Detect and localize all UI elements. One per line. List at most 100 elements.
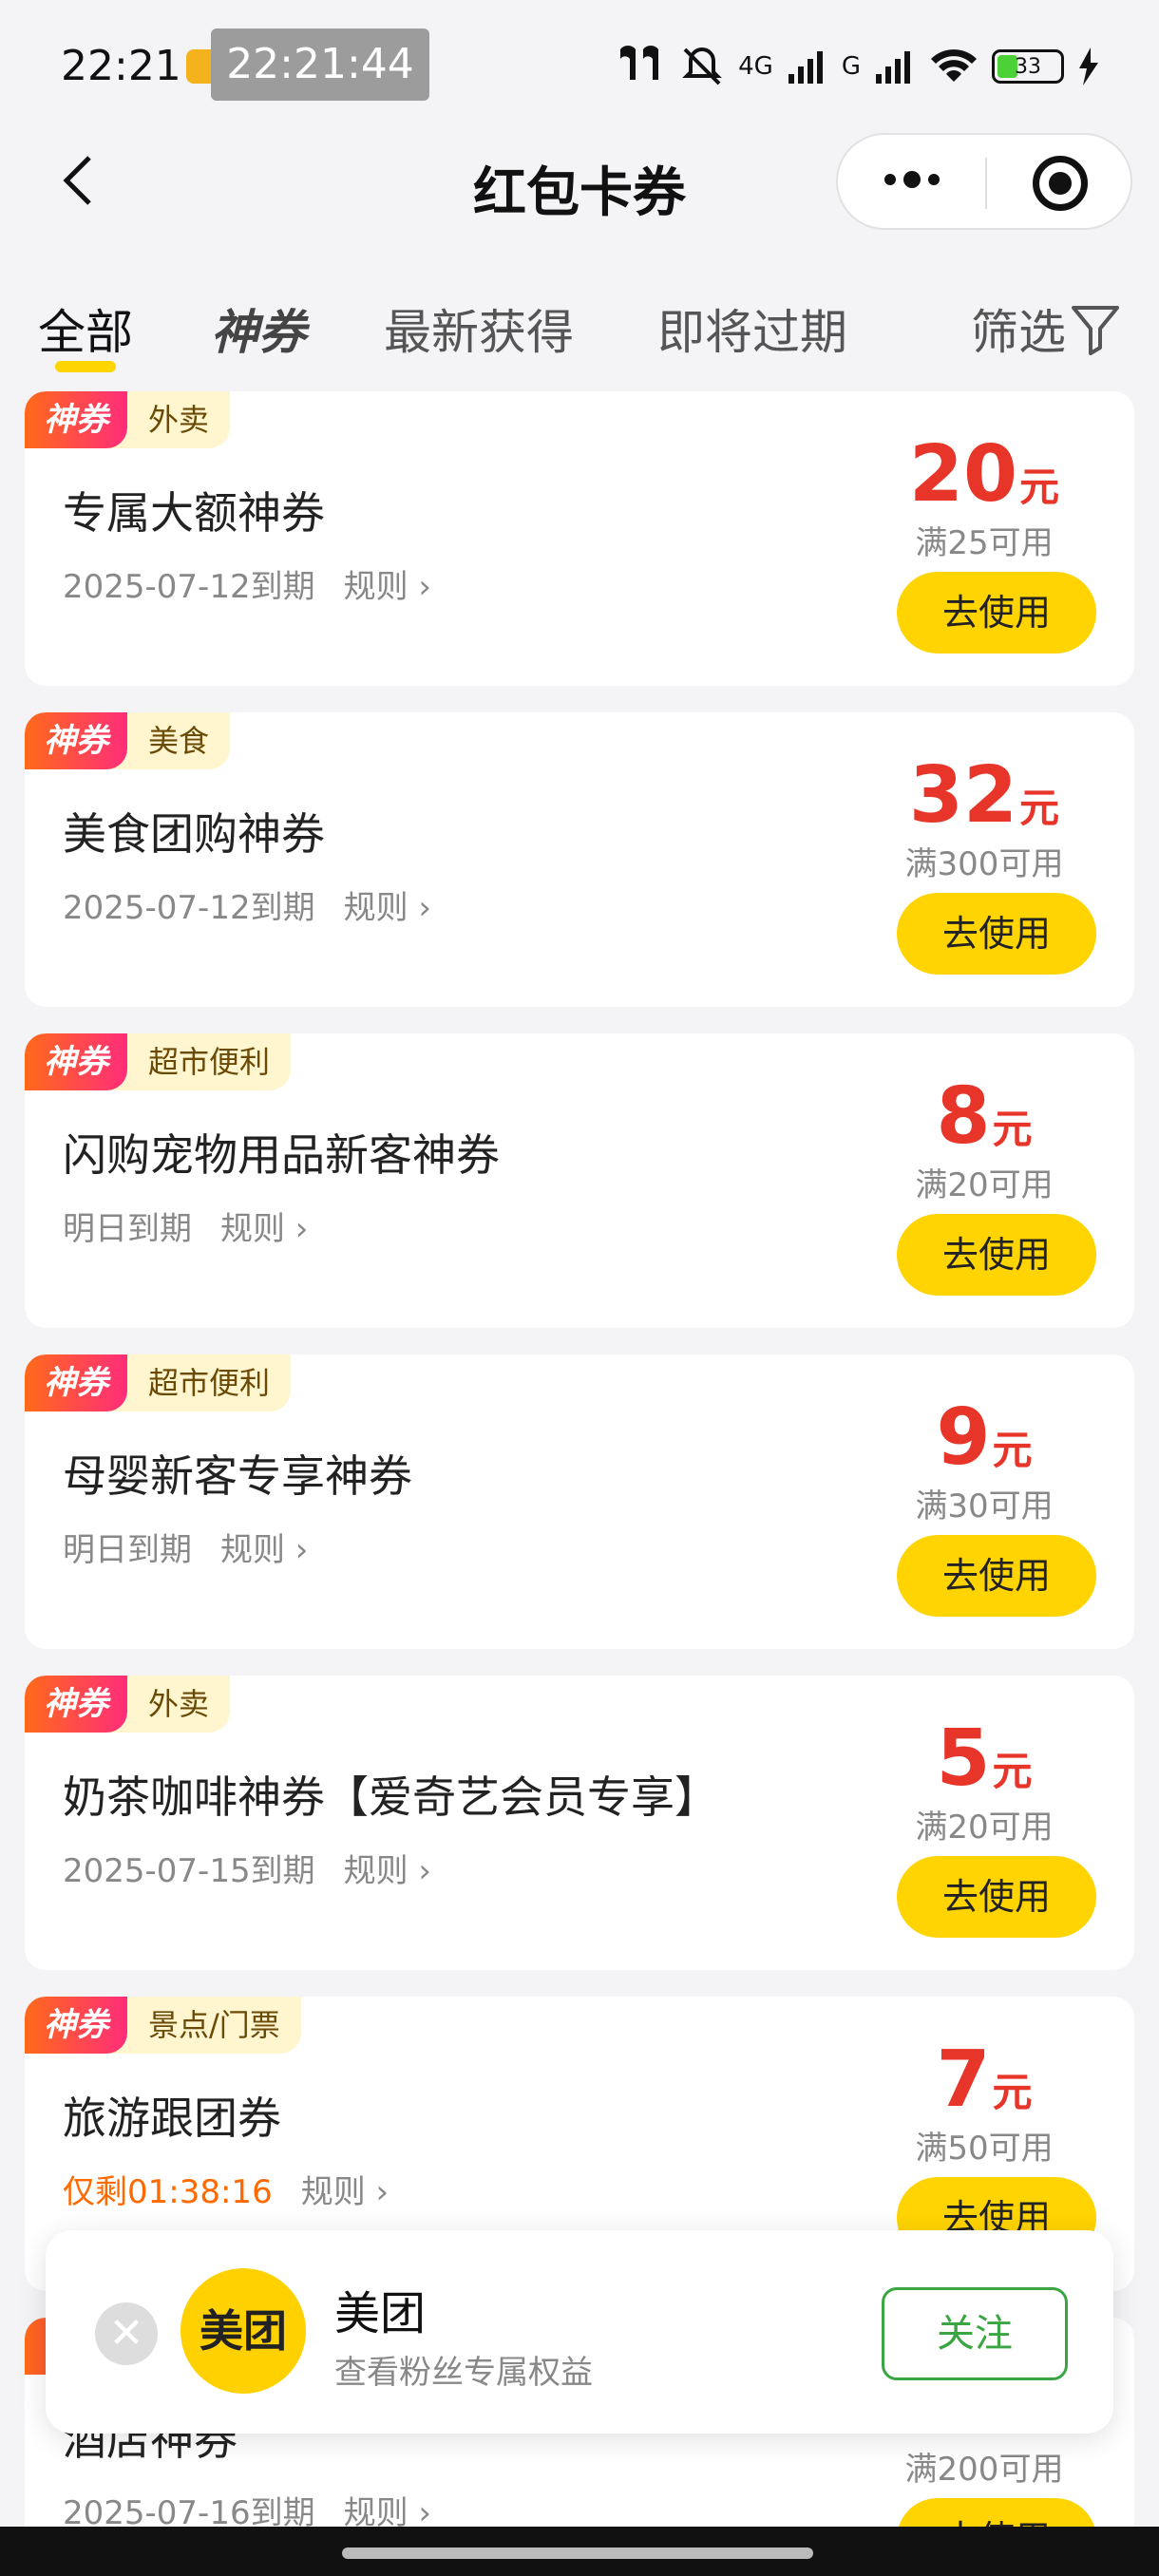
coupon-condition: 满20可用 <box>915 1166 1054 1204</box>
network2-label: G <box>841 52 861 81</box>
coupon-name: 旅游跟团券 <box>63 2093 281 2144</box>
coupon-condition: 满30可用 <box>915 1487 1054 1525</box>
coupon-condition: 满25可用 <box>915 524 1054 562</box>
coupon-badge: 神券 超市便利 <box>25 1033 292 1090</box>
coupon-amount: 32元 <box>880 750 1089 841</box>
capsule-divider <box>985 158 987 209</box>
tab-active-indicator <box>55 361 116 372</box>
battery-level: 33 <box>1015 54 1041 79</box>
status-icons: 4G G 33 <box>613 38 1100 95</box>
rule-link[interactable]: 规则 › <box>301 2173 389 2211</box>
shenquan-badge: 神券 <box>25 1676 127 1733</box>
amount-unit: 元 <box>992 1106 1033 1152</box>
shenquan-badge: 神券 <box>25 712 127 769</box>
tab-expiring[interactable]: 即将过期 <box>657 294 847 363</box>
system-nav-bar <box>0 2527 1159 2576</box>
coupon-name: 母婴新客专享神券 <box>63 1450 412 1502</box>
signal-icon <box>788 51 823 84</box>
amount-value: 7 <box>936 2035 991 2125</box>
follow-popup: ✕ 美团 美团 查看粉丝专属权益 关注 <box>46 2230 1113 2434</box>
mute-icon <box>682 47 722 85</box>
popup-subtitle: 查看粉丝专属权益 <box>334 2354 593 2392</box>
rule-link[interactable]: 规则 › <box>344 889 431 927</box>
coupon-name: 美食团购神券 <box>63 808 325 860</box>
amount-value: 20 <box>908 429 1018 520</box>
amount-unit: 元 <box>1019 785 1060 831</box>
coupon-condition: 满50可用 <box>915 2130 1054 2168</box>
coupon-card[interactable]: 神券 美食美食团购神券 2025-07-12到期 规则 › 32元满300可用去使用 <box>25 712 1134 1007</box>
miniapp-capsule <box>836 133 1132 230</box>
coupon-amount: 5元 <box>880 1714 1089 1804</box>
coupon-badge: 神券 美食 <box>25 712 231 769</box>
amount-value: 5 <box>936 1714 991 1804</box>
battery-icon: 33 <box>992 49 1064 84</box>
coupon-expiry: 2025-07-12到期 <box>63 889 315 927</box>
use-button[interactable]: 去使用 <box>897 1856 1096 1938</box>
shenquan-badge: 神券 <box>25 1997 127 2054</box>
coupon-amount: 20元 <box>880 429 1089 520</box>
status-bar: 22:21 22:21:44 4G G 33 <box>0 0 1159 133</box>
category-tag: 超市便利 <box>104 1033 292 1090</box>
coupon-name: 奶茶咖啡神券【爱奇艺会员专享】 <box>63 1771 718 1823</box>
follow-button[interactable]: 关注 <box>882 2287 1068 2380</box>
status-time: 22:21 <box>61 42 181 90</box>
meituan-logo: 美团 <box>180 2268 306 2394</box>
coupon-amount: 8元 <box>880 1071 1089 1162</box>
coupon-card[interactable]: 神券 外卖 专属大额神券 2025-07-12到期 规则 › 20元 满25可用 去使用 <box>25 391 1134 686</box>
record-target-icon[interactable] <box>1033 156 1088 211</box>
coupon-expiry: 明日到期 <box>63 1531 192 1569</box>
coupon-meta: 明日到期 规则 › <box>63 1203 308 1249</box>
home-gesture-bar[interactable] <box>342 2548 813 2559</box>
amount-unit: 元 <box>992 1427 1033 1473</box>
popup-name: 美团 <box>334 2287 427 2340</box>
close-icon[interactable]: ✕ <box>95 2302 158 2365</box>
amount-unit: 元 <box>992 1748 1033 1794</box>
use-button[interactable]: 去使用 <box>897 893 1096 975</box>
tab-all[interactable]: 全部 <box>38 294 133 363</box>
coupon-expiry: 明日到期 <box>63 1210 192 1248</box>
more-dots-icon[interactable] <box>881 154 943 215</box>
screen-record-timer: 22:21:44 <box>211 28 429 101</box>
amount-value: 32 <box>908 750 1018 841</box>
use-button[interactable]: 去使用 <box>897 1535 1096 1617</box>
coupon-amount: 7元 <box>880 2035 1089 2125</box>
filter-label: 筛选 <box>971 305 1066 360</box>
charging-icon <box>1079 47 1098 85</box>
category-tag: 景点/门票 <box>104 1997 301 2054</box>
network-label: 4G <box>738 52 773 81</box>
coupon-name: 专属大额神券 <box>63 487 325 539</box>
nav-header: 红包卡券 <box>0 133 1159 237</box>
tab-latest[interactable]: 最新获得 <box>384 294 574 363</box>
coupon-meta: 仅剩01:38:16 规则 › <box>63 2166 389 2212</box>
coupon-card[interactable]: 神券 超市便利母婴新客专享神券明日到期 规则 › 9元满30可用去使用 <box>25 1354 1134 1649</box>
tab-bar: 全部 神券 最新获得 即将过期 筛选 <box>0 285 1159 372</box>
filter-icon <box>1072 306 1119 355</box>
coupon-card[interactable]: 神券 外卖 奶茶咖啡神券【爱奇艺会员专享】 2025-07-15到期 规则 › 5元 满20… <box>25 1676 1134 1970</box>
rule-link[interactable]: 规则 › <box>220 1531 308 1569</box>
coupon-condition: 满300可用 <box>904 845 1064 883</box>
rule-link[interactable]: 规则 › <box>220 1210 308 1248</box>
shenquan-badge: 神券 <box>25 1354 127 1411</box>
tab-shenquan[interactable]: 神券 <box>211 294 306 363</box>
rule-link[interactable]: 规则 › <box>344 568 431 606</box>
amount-value: 8 <box>936 1071 991 1162</box>
coupon-card[interactable]: 神券 超市便利 闪购宠物用品新客神券 明日到期 规则 › 8元 满20可用 去使用 <box>25 1033 1134 1328</box>
amount-value: 9 <box>936 1392 991 1483</box>
coupon-badge: 神券 景点/门票 <box>25 1997 301 2054</box>
use-button[interactable]: 去使用 <box>897 1214 1096 1296</box>
shenquan-badge: 神券 <box>25 1033 127 1090</box>
amount-unit: 元 <box>1019 464 1060 510</box>
coupon-amount: 9元 <box>880 1392 1089 1483</box>
coupon-meta: 2025-07-15到期 规则 › <box>63 1845 431 1891</box>
coupon-expiry: 仅剩01:38:16 <box>63 2173 273 2211</box>
rule-link[interactable]: 规则 › <box>344 1852 431 1890</box>
filter-button[interactable]: 筛选 <box>971 294 1121 363</box>
amount-unit: 元 <box>992 2069 1033 2115</box>
shenquan-badge: 神券 <box>25 391 127 448</box>
coupon-badge: 神券 超市便利 <box>25 1354 292 1411</box>
coupon-badge: 神券 外卖 <box>25 391 231 448</box>
coupon-expiry: 2025-07-15到期 <box>63 1852 315 1890</box>
coupon-condition: 满20可用 <box>915 1809 1054 1847</box>
use-button[interactable]: 去使用 <box>897 572 1096 653</box>
coupon-meta: 明日到期 规则 › <box>63 1524 308 1570</box>
